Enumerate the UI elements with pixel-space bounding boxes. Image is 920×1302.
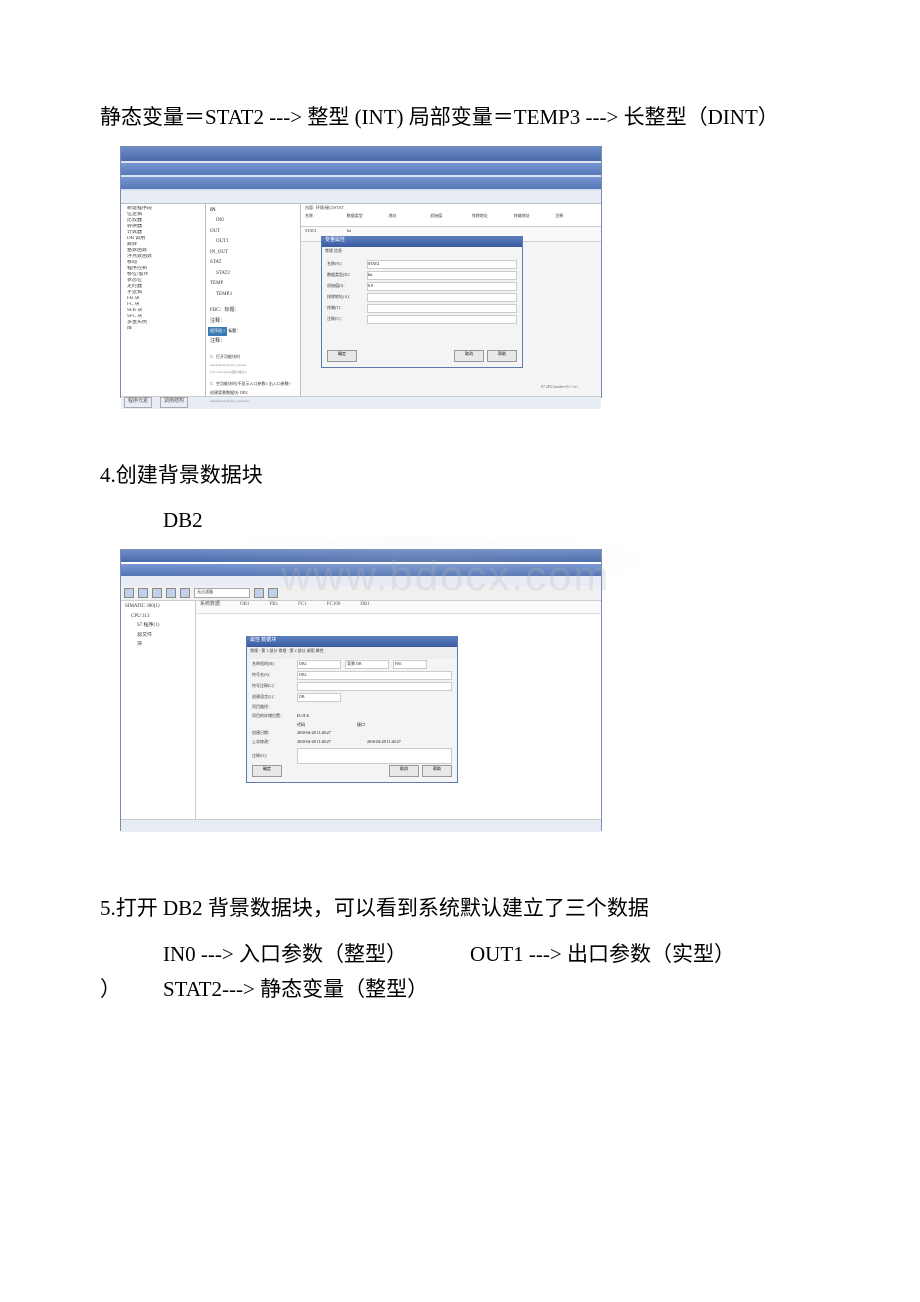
term-field[interactable] xyxy=(367,304,517,313)
open-icon[interactable] xyxy=(138,588,148,598)
help-button[interactable]: 帮助 xyxy=(487,350,517,362)
dbtype-field[interactable]: 背景 DB xyxy=(345,660,389,669)
db2-label: DB2 xyxy=(100,503,820,539)
tab-callstruct[interactable]: 调用结构 xyxy=(160,397,188,408)
heading-4: 4.创建背景数据块 xyxy=(100,458,820,494)
paste-icon[interactable] xyxy=(180,588,190,598)
block-ob1[interactable]: OB1 xyxy=(240,601,249,613)
window-titlebar xyxy=(121,550,601,562)
toolbar xyxy=(121,191,601,204)
window-titlebar-3 xyxy=(121,177,601,189)
paragraph-5b: IN0 ---> 入口参数（整型）OUT1 ---> 出口参数（实型） ）STA… xyxy=(100,937,820,1008)
window-titlebar-2 xyxy=(121,564,601,576)
block-icons[interactable]: 系统数据 OB1 FB1 FC1 FC100 DB1 xyxy=(196,601,601,614)
dialog-title: 属性 数据块 xyxy=(247,637,457,647)
ok-button[interactable]: 确定 xyxy=(252,765,282,777)
element-tree[interactable]: 新建程序段 位逻辑 比较器 转换器 计数器 DB 调用 跳转 整数函数 浮点数函… xyxy=(121,204,206,396)
block-db1[interactable]: DB1 xyxy=(360,601,369,613)
block-fc100[interactable]: FC100 xyxy=(327,601,341,613)
status-bar xyxy=(121,819,601,832)
datatype-field[interactable]: Int xyxy=(367,271,517,280)
db-properties-dialog: 属性 数据块 常规 - 第 1 部分 常规 - 第 2 部分 调用 属性 名称短… xyxy=(246,636,458,783)
window-titlebar xyxy=(121,147,601,161)
new-icon[interactable] xyxy=(124,588,134,598)
filter-icon[interactable] xyxy=(254,588,264,598)
cancel-button[interactable]: 取消 xyxy=(389,765,419,777)
project-tree[interactable]: SIMATIC 300(1) CPU 313 S7 程序(1) 源文件 块 xyxy=(121,601,196,819)
symcom-field[interactable] xyxy=(297,682,452,691)
block-fc1[interactable]: FC1 xyxy=(298,601,307,613)
name-field[interactable]: STAT2 xyxy=(367,260,517,269)
excl-field[interactable] xyxy=(367,293,517,302)
symname-field[interactable]: DB2 xyxy=(297,671,452,680)
dialog-title: 变量属性 xyxy=(322,237,522,247)
help-button[interactable]: 帮助 xyxy=(422,765,452,777)
cut-icon[interactable] xyxy=(152,588,162,598)
variable-properties-dialog: 变量属性 常规 信息 名称(N)：STAT2 数据类型(D)：Int 初始值(I… xyxy=(321,236,523,368)
fbref-field[interactable]: FB1 xyxy=(393,660,427,669)
dialog-tabs[interactable]: 常规 - 第 1 部分 常规 - 第 2 部分 调用 属性 xyxy=(247,647,457,659)
comment-field[interactable] xyxy=(367,315,517,324)
heading-5: 5.打开 DB2 背景数据块，可以看到系统默认建立了三个数据 xyxy=(100,891,820,927)
dialog-tabs[interactable]: 常规 信息 xyxy=(322,247,522,259)
filter-dropdown[interactable]: 无过滤器 xyxy=(194,588,250,598)
block-sysdata[interactable]: 系统数据 xyxy=(200,601,220,613)
tab-elements[interactable]: 程序元素 xyxy=(124,397,152,408)
screenshot-simatic-manager: www.bdocx.com 无过滤器 SIMATIC 300(1) CPU 31… xyxy=(120,549,602,831)
screenshot-lad-editor: 新建程序段 位逻辑 比较器 转换器 计数器 DB 调用 跳转 整数函数 浮点数函… xyxy=(120,146,602,398)
name-field[interactable]: DB2 xyxy=(297,660,341,669)
interface-tree[interactable]: IN IN0 OUT OUT1 IN_OUT STAT STAT2 TEMP T… xyxy=(206,204,301,396)
toolbar[interactable]: 无过滤器 xyxy=(121,586,601,601)
window-titlebar-2 xyxy=(121,163,601,175)
menu-bar[interactable] xyxy=(121,576,601,586)
cancel-button[interactable]: 取消 xyxy=(454,350,484,362)
lang-field[interactable]: DB xyxy=(297,693,341,702)
code-fragment: 67.JPG border=0></a> xyxy=(541,384,578,391)
interface-path: 内容: '环境\接口\STAT' xyxy=(301,204,601,213)
var-table-header: 名称 数据类型 地址 初始值 排除地址 终端地址 注释 xyxy=(301,212,601,227)
paragraph-1: 静态变量＝STAT2 ---> 整型 (INT) 局部变量＝TEMP3 --->… xyxy=(100,100,820,136)
copy-icon[interactable] xyxy=(166,588,176,598)
help-icon[interactable] xyxy=(268,588,278,598)
block-fb1[interactable]: FB1 xyxy=(269,601,278,613)
initval-field[interactable]: 0.0 xyxy=(367,282,517,291)
ok-button[interactable]: 确定 xyxy=(327,350,357,362)
